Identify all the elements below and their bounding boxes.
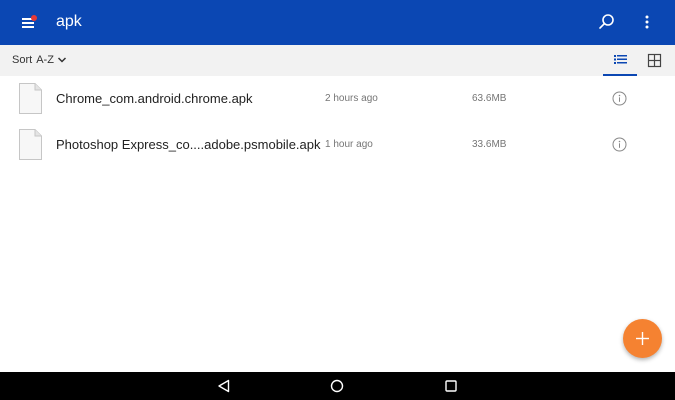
file-row[interactable]: Photoshop Express_co....adobe.psmobile.a… — [0, 122, 675, 168]
search-icon[interactable] — [596, 11, 618, 33]
sort-toolbar: Sort A-Z — [0, 45, 675, 76]
file-icon — [19, 129, 42, 160]
info-icon[interactable] — [612, 91, 627, 106]
back-icon[interactable] — [217, 379, 231, 393]
file-size: 33.6MB — [472, 139, 507, 150]
add-fab-button[interactable] — [623, 319, 662, 358]
grid-view-icon[interactable] — [642, 45, 666, 76]
more-vert-icon[interactable] — [636, 11, 658, 33]
sort-value: A-Z — [36, 54, 54, 66]
sort-label: Sort — [12, 54, 33, 66]
system-nav-bar — [0, 372, 675, 400]
file-modified: 1 hour ago — [325, 139, 373, 150]
app-bar: apk — [0, 0, 675, 45]
sort-dropdown[interactable]: Sort A-Z — [12, 54, 67, 66]
file-size: 63.6MB — [472, 93, 507, 104]
page-title: apk — [56, 13, 82, 30]
file-row[interactable]: Chrome_com.android.chrome.apk 2 hours ag… — [0, 76, 675, 122]
file-modified: 2 hours ago — [325, 93, 378, 104]
file-name: Photoshop Express_co....adobe.psmobile.a… — [56, 137, 321, 152]
add-icon — [636, 332, 649, 345]
file-list: Chrome_com.android.chrome.apk 2 hours ag… — [0, 76, 675, 168]
recents-icon[interactable] — [444, 379, 458, 393]
list-view-icon[interactable] — [603, 45, 637, 76]
hamburger-menu-icon[interactable] — [16, 12, 40, 34]
chevron-down-icon — [57, 57, 66, 63]
notification-dot — [31, 15, 37, 21]
info-icon[interactable] — [612, 137, 627, 152]
home-icon[interactable] — [330, 379, 344, 393]
file-icon — [19, 83, 42, 114]
file-name: Chrome_com.android.chrome.apk — [56, 91, 253, 106]
